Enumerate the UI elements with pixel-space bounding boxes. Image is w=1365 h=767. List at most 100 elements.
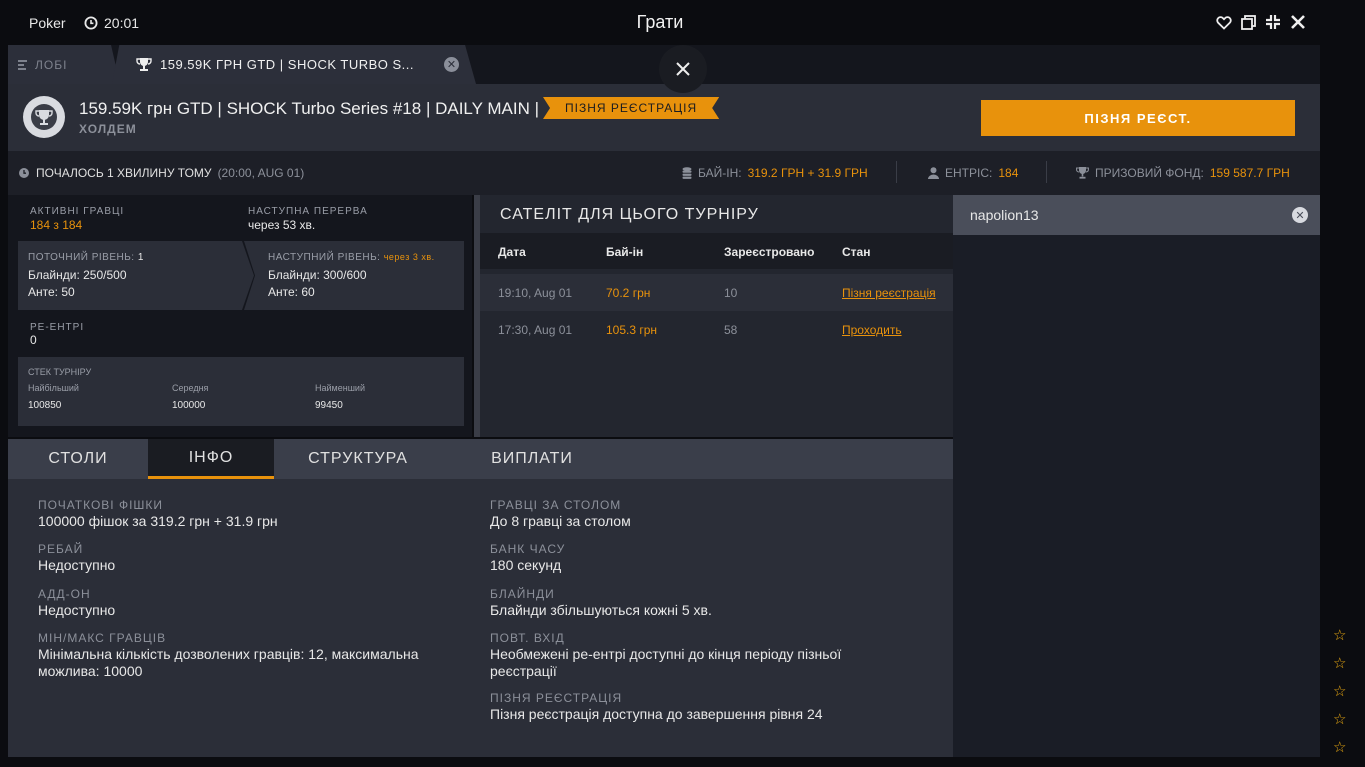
trophy-small-icon: [1076, 167, 1089, 179]
late-register-button[interactable]: ПІЗНЯ РЕЄСТ.: [981, 100, 1295, 136]
tab-tournament[interactable]: 159.59K ГРН GTD | SHOCK TURBO S...: [112, 45, 476, 84]
tab-tables[interactable]: СТОЛИ: [8, 439, 148, 479]
search-results-panel: [953, 235, 1320, 757]
addon-value: Недоступно: [38, 602, 116, 618]
current-level-box: ПОТОЧНИЙ РІВЕНЬ: 1 Блайнди: 250/500 Анте…: [18, 241, 242, 310]
active-players-value: 184 з 184: [30, 218, 83, 232]
largest-stack-value: 100850: [28, 400, 62, 411]
average-stack-value: 100000: [172, 400, 206, 411]
tournament-name: 159.59K грн GTD | SHOCK Turbo Series #18…: [79, 99, 540, 118]
col-buyin: Бай-ін: [606, 245, 644, 259]
collapse-icon[interactable]: [1265, 14, 1281, 30]
lobby-icon: [18, 59, 27, 70]
next-ante: Анте: 60: [268, 285, 315, 299]
prize-value: 159 587.7 ГРН: [1209, 166, 1290, 180]
tab-lobby[interactable]: ЛОБІ: [8, 45, 120, 84]
tournament-info-bar: ПОЧАЛОСЬ 1 ХВИЛИНУ ТОМУ (20:00, AUG 01) …: [8, 151, 1320, 195]
tab-lobby-label: ЛОБІ: [35, 57, 68, 72]
prize-info: ПРИЗОВИЙ ФОНД: 159 587.7 ГРН: [1076, 166, 1290, 180]
player-search[interactable]: napolion13 ✕: [953, 195, 1320, 235]
rebuy-label: РЕБАЙ: [38, 542, 84, 556]
current-level-value: 1: [137, 252, 144, 263]
next-break-value: через 53 хв.: [248, 218, 316, 232]
reentry-info-value: Необмежені ре-ентрі доступні до кінця пе…: [490, 646, 842, 679]
table-row[interactable]: 17:30, Aug 01 105.3 грн 58 Проходить: [480, 311, 953, 348]
trophy-icon: [136, 58, 152, 71]
min-max-players-label: МІН/МАКС ГРАВЦІВ: [38, 631, 167, 645]
starting-chips-value: 100000 фішок за 319.2 грн + 31.9 грн: [38, 513, 278, 529]
blinds-value: Блайнди збільшуються кожні 5 хв.: [490, 602, 712, 618]
title-bar: Poker 20:01 Грати: [0, 0, 1320, 44]
star-icon[interactable]: ☆: [1333, 654, 1346, 672]
time-bank-label: БАНК ЧАСУ: [490, 542, 566, 556]
tab-tournament-label: 159.59K ГРН GTD | SHOCK TURBO S...: [160, 57, 415, 72]
col-status: Стан: [842, 245, 871, 259]
row-date: 19:10, Aug 01: [498, 286, 573, 300]
tab-structure[interactable]: СТРУКТУРА: [294, 439, 422, 479]
tournament-stats-panel: АКТИВНІ ГРАВЦІ 184 з 184 НАСТУПНА ПЕРЕРВ…: [8, 195, 472, 437]
row-buyin: 70.2 грн: [606, 286, 651, 300]
addon-label: АДД-ОН: [38, 587, 91, 601]
close-overlay-button[interactable]: [659, 45, 707, 93]
star-icon[interactable]: ☆: [1333, 710, 1346, 728]
poker-app: Poker 20:01 Грати ЛОБІ 159.59K ГРН GTD |…: [0, 0, 1365, 767]
row-date: 17:30, Aug 01: [498, 323, 573, 337]
prize-label: ПРИЗОВИЙ ФОНД:: [1095, 166, 1204, 180]
entries-label: ЕНТРІС:: [945, 166, 993, 180]
tab-close-button[interactable]: ✕: [444, 57, 459, 72]
average-stack-label: Середня: [172, 383, 209, 393]
col-registered: Зареєстровано: [724, 245, 815, 259]
divider: [896, 161, 897, 183]
next-break-label: НАСТУПНА ПЕРЕРВА: [248, 206, 368, 217]
players-per-table-label: ГРАВЦІ ЗА СТОЛОМ: [490, 498, 622, 512]
heart-icon[interactable]: [1216, 15, 1232, 30]
time-bank-value: 180 секунд: [490, 557, 562, 573]
tournament-badge: [23, 96, 65, 138]
row-status-link[interactable]: Пізня реєстрація: [842, 286, 936, 300]
divider: [1046, 161, 1047, 183]
current-ante: Анте: 50: [28, 285, 75, 299]
current-level-label: ПОТОЧНИЙ РІВЕНЬ:: [28, 252, 135, 263]
star-icon[interactable]: ☆: [1333, 738, 1346, 756]
smallest-stack-value: 99450: [315, 400, 343, 411]
largest-stack-label: Найбільший: [28, 383, 79, 393]
next-level-label: НАСТУПНИЙ РІВЕНЬ:: [268, 252, 381, 263]
content-tabs: СТОЛИ ІНФО СТРУКТУРА ВИПЛАТИ: [8, 439, 953, 479]
started-info: ПОЧАЛОСЬ 1 ХВИЛИНУ ТОМУ (20:00, AUG 01): [18, 166, 304, 180]
row-status-link[interactable]: Проходить: [842, 323, 902, 337]
late-registration-label: ПІЗНЯ РЕЄСТРАЦІЯ: [490, 691, 623, 705]
table-row[interactable]: 19:10, Aug 01 70.2 грн 10 Пізня реєстрац…: [480, 274, 953, 311]
entries-value: 184: [998, 166, 1019, 180]
close-icon: [676, 62, 690, 76]
clear-search-icon[interactable]: ✕: [1292, 207, 1308, 223]
tab-payouts[interactable]: ВИПЛАТИ: [476, 439, 588, 479]
favorites-column: ☆ ☆ ☆ ☆ ☆: [1320, 612, 1365, 767]
trophy-badge-icon: [31, 104, 57, 130]
tournament-stack-box: СТЕК ТУРНІРУ Найбільший 100850 Середня 1…: [18, 357, 464, 426]
window-title: Грати: [636, 12, 684, 32]
stack-label: СТЕК ТУРНІРУ: [28, 367, 92, 377]
buyin-value: 319.2 ГРН + 31.9 ГРН: [747, 166, 868, 180]
entries-info: ЕНТРІС: 184: [928, 166, 1018, 180]
row-registered: 10: [724, 286, 738, 300]
star-icon[interactable]: ☆: [1333, 626, 1346, 644]
satellite-table-header: Дата Бай-ін Зареєстровано Стан: [480, 233, 953, 269]
tab-info[interactable]: ІНФО: [148, 439, 274, 479]
restore-window-icon[interactable]: [1241, 14, 1256, 30]
coins-icon: [682, 167, 692, 179]
reentry-value: 0: [30, 333, 37, 347]
blinds-label: БЛАЙНДИ: [490, 587, 555, 601]
current-blinds: Блайнди: 250/500: [28, 268, 127, 282]
close-window-icon[interactable]: [1290, 14, 1306, 30]
next-blinds: Блайнди: 300/600: [268, 268, 367, 282]
star-icon[interactable]: ☆: [1333, 682, 1346, 700]
row-buyin: 105.3 грн: [606, 323, 658, 337]
search-input[interactable]: napolion13: [970, 207, 1039, 223]
reentry-label: РЕ-ЕНТРІ: [30, 322, 85, 333]
game-type: ХОЛДЕМ: [79, 122, 137, 136]
clock-small-icon: [19, 168, 29, 178]
active-players-label: АКТИВНІ ГРАВЦІ: [30, 206, 125, 217]
info-content: ПОЧАТКОВІ ФІШКИ 100000 фішок за 319.2 гр…: [8, 479, 953, 757]
satellite-title: САТЕЛІТ ДЛЯ ЦЬОГО ТУРНІРУ: [500, 206, 759, 223]
reentry-info-label: ПОВТ. ВХІД: [490, 631, 565, 645]
